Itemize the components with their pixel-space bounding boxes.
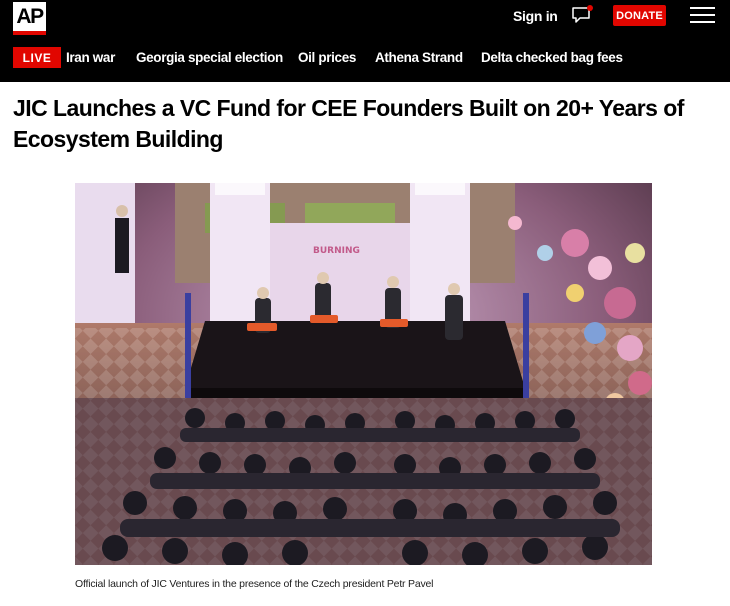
nav-item-oil-prices[interactable]: Oil prices [298,47,356,68]
hamburger-menu-icon[interactable] [690,7,715,25]
nav-item-georgia-special-election[interactable]: Georgia special election [136,47,283,68]
chat-bubble-icon[interactable] [571,4,595,26]
live-badge[interactable]: LIVE [13,47,61,68]
nav-item-delta-checked-bag-fees[interactable]: Delta checked bag fees [481,47,623,68]
donate-button[interactable]: DONATE [613,5,666,26]
nav-item-athena-strand[interactable]: Athena Strand [375,47,463,68]
ap-logo[interactable]: AP [13,2,46,35]
event-photo-illustration: BURNING [75,183,652,565]
svg-text:BURNING: BURNING [313,246,360,256]
logo-text: AP [16,5,44,28]
nav-item-iran-war[interactable]: Iran war [66,47,115,68]
article-headline: JIC Launches a VC Fund for CEE Founders … [13,95,684,152]
photo-caption: Official launch of JIC Ventures in the p… [75,578,434,590]
article-photo: BURNING [75,183,652,565]
sign-in-link[interactable]: Sign in [513,7,558,25]
site-header: AP Sign in DONATE LIVE Iran war Georgia … [0,0,730,82]
